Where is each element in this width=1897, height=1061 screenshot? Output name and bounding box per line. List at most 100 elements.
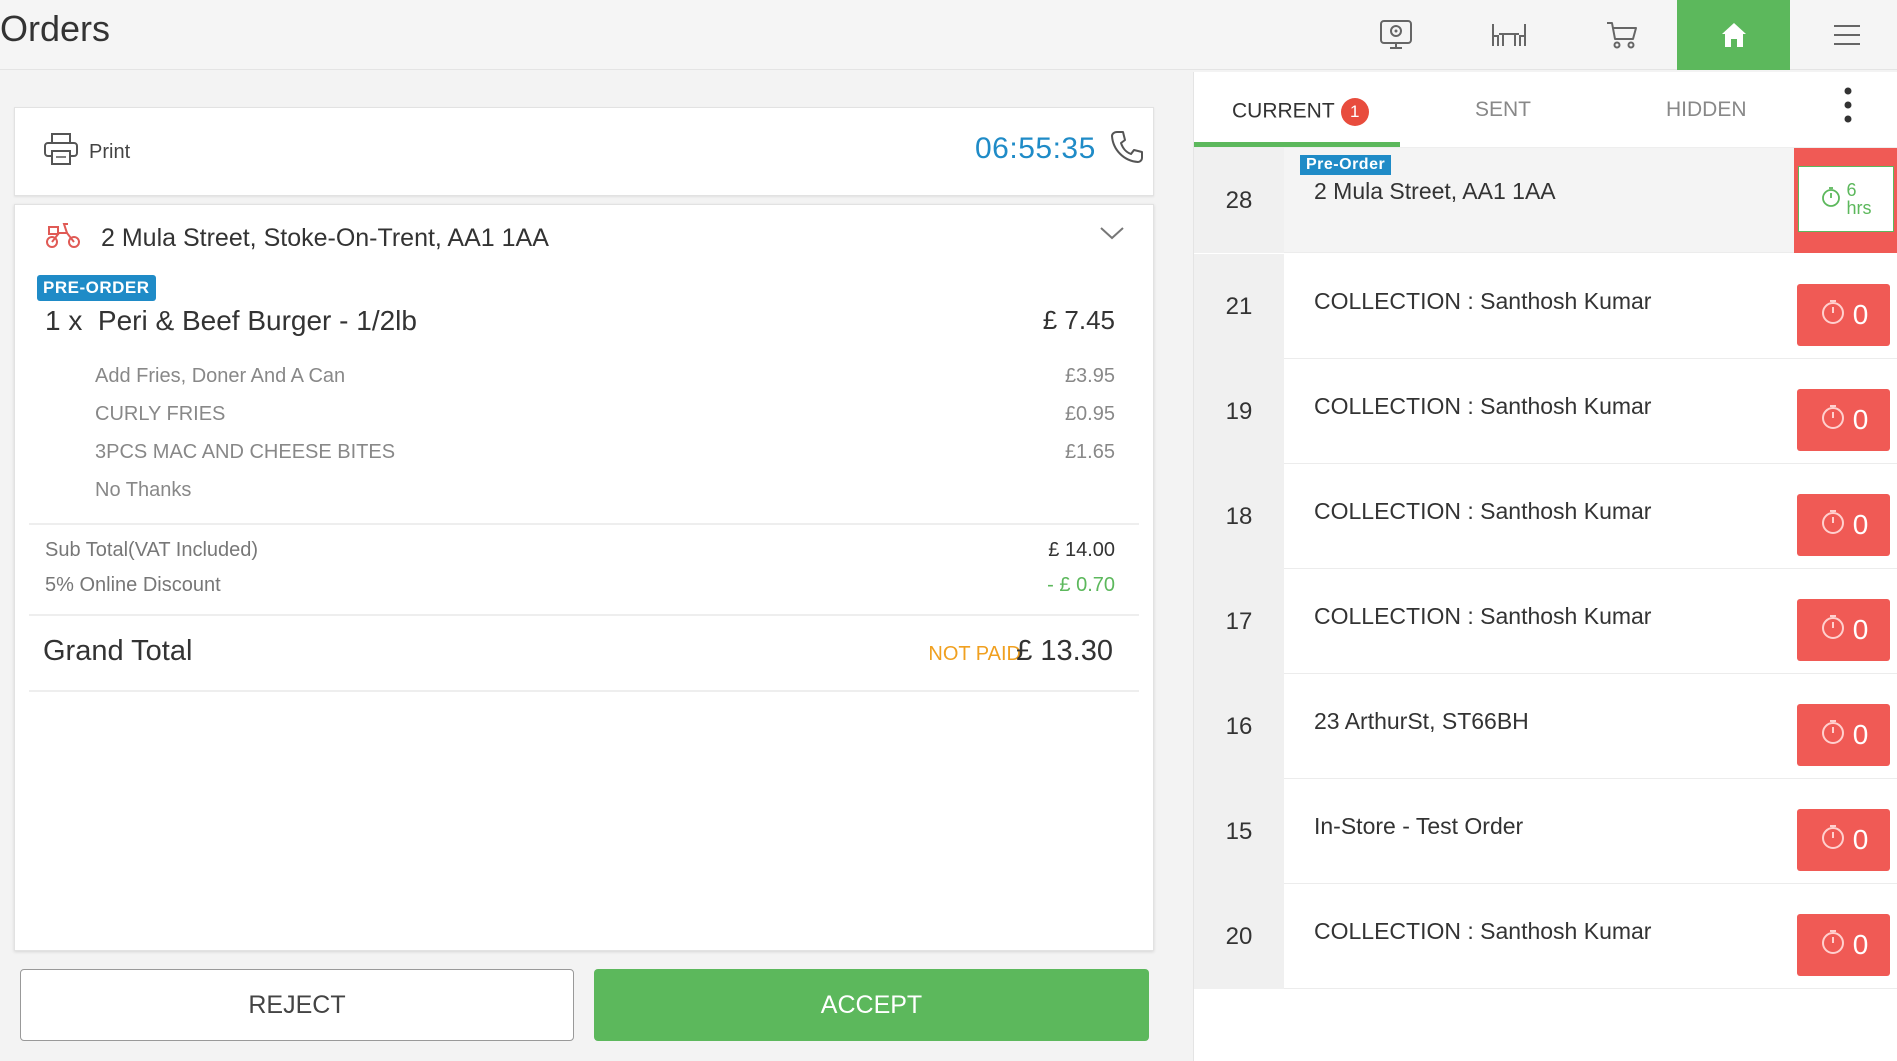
order-description: COLLECTION : Santhosh Kumar [1314, 498, 1652, 524]
current-count-badge: 1 [1340, 98, 1369, 126]
clock-icon [1819, 823, 1847, 858]
item-extra: 3PCS MAC AND CHEESE BITES £1.65 [95, 441, 1145, 464]
discount-value: - £ 0.70 [1047, 574, 1115, 596]
clock-icon [1819, 508, 1847, 543]
top-bar: Orders [0, 0, 1897, 70]
order-timer-badge: 0 [1797, 389, 1890, 451]
order-number: 20 [1194, 884, 1284, 989]
menu-icon[interactable] [1790, 0, 1897, 70]
order-number: 17 [1194, 569, 1284, 674]
monitor-icon[interactable] [1339, 0, 1452, 70]
order-timer-badge: 6 hrs [1798, 166, 1894, 232]
reject-button[interactable]: REJECT [20, 969, 574, 1041]
page-title: Orders [0, 8, 111, 49]
order-timer-badge: 0 [1797, 809, 1890, 871]
more-options-icon[interactable] [1842, 86, 1854, 129]
clock-icon [1819, 613, 1847, 648]
order-number: 21 [1194, 254, 1284, 359]
clock-icon [1819, 718, 1847, 753]
order-item: 1 x Peri & Beef Burger - 1/2lb £ 7.45 [45, 305, 1145, 337]
order-number: 28 [1194, 148, 1284, 253]
subtotal-label: Sub Total(VAT Included) [45, 539, 259, 561]
scooter-icon [45, 221, 81, 256]
extra-name: CURLY FRIES [95, 403, 226, 425]
order-description: 23 ArthurSt, ST66BH [1314, 708, 1529, 734]
orders-list-panel: CURRENT 1 SENT HIDDEN 28 Pre-Order 2 Mula… [1193, 72, 1897, 1061]
home-icon[interactable] [1677, 0, 1790, 70]
order-list-item[interactable]: 21 COLLECTION : Santhosh Kumar 0 [1194, 254, 1897, 359]
tab-current-label: CURRENT [1232, 99, 1335, 123]
item-name: Peri & Beef Burger - 1/2lb [97, 305, 417, 336]
item-extra: No Thanks [95, 479, 1145, 502]
grand-total-value: £ 13.30 [1016, 635, 1113, 667]
order-timer-badge: 0 [1797, 704, 1890, 766]
extra-price: £3.95 [1064, 365, 1115, 387]
clock-icon [1819, 928, 1847, 963]
delivery-address: 2 Mula Street, Stoke-On-Trent, AA1 1AA [45, 221, 549, 256]
timer-value: 6 [1846, 180, 1857, 200]
divider [29, 614, 1139, 616]
order-list-item[interactable]: 28 Pre-Order 2 Mula Street, AA1 1AA 6 hrs [1194, 148, 1897, 253]
grand-total-label: Grand Total [43, 635, 193, 667]
order-number: 19 [1194, 359, 1284, 464]
order-list-item[interactable]: 16 23 ArthurSt, ST66BH 0 [1194, 674, 1897, 779]
order-list-item[interactable]: 19 COLLECTION : Santhosh Kumar 0 [1194, 359, 1897, 464]
item-extra: CURLY FRIES £0.95 [95, 403, 1145, 426]
accept-button[interactable]: ACCEPT [594, 969, 1149, 1041]
order-list-item[interactable]: 17 COLLECTION : Santhosh Kumar 0 [1194, 569, 1897, 674]
item-price: £ 7.45 [1042, 305, 1115, 335]
order-description: COLLECTION : Santhosh Kumar [1314, 918, 1652, 944]
order-number: 16 [1194, 674, 1284, 779]
timer-value: 0 [1852, 929, 1869, 960]
order-timer-badge: 0 [1797, 494, 1890, 556]
tab-active-indicator [1194, 142, 1400, 147]
discount-row: 5% Online Discount - £ 0.70 [45, 574, 1145, 597]
divider [29, 523, 1139, 525]
chevron-down-icon[interactable] [1099, 225, 1125, 246]
tab-current[interactable]: CURRENT 1 [1232, 98, 1369, 126]
phone-icon[interactable] [1109, 129, 1145, 170]
order-header-card: Print 06:55:35 [14, 107, 1154, 196]
address-text: 2 Mula Street, Stoke-On-Trent, AA1 1AA [101, 224, 549, 252]
extra-price: £1.65 [1064, 441, 1115, 463]
order-description: COLLECTION : Santhosh Kumar [1314, 393, 1652, 419]
subtotal-value: £ 14.00 [1048, 539, 1115, 561]
order-description: COLLECTION : Santhosh Kumar [1314, 603, 1652, 629]
order-tabs: CURRENT 1 SENT HIDDEN [1194, 72, 1897, 148]
order-card: 2 Mula Street, Stoke-On-Trent, AA1 1AA P… [14, 204, 1154, 951]
timer-value: 0 [1852, 509, 1869, 540]
order-list-item[interactable]: 18 COLLECTION : Santhosh Kumar 0 [1194, 464, 1897, 569]
timer-value: 0 [1852, 824, 1869, 855]
print-button[interactable]: Print [43, 132, 130, 172]
clock-icon [1820, 186, 1842, 213]
order-detail-panel: Print 06:55:35 2 Mula Street, Stoke-On-T… [0, 70, 1190, 1061]
timer-value: 0 [1852, 404, 1869, 435]
divider [29, 690, 1139, 692]
timer-unit: hrs [1846, 198, 1872, 218]
clock-icon [1819, 298, 1847, 333]
timer-value: 0 [1852, 719, 1869, 750]
timer-value: 0 [1852, 614, 1869, 645]
pre-order-badge: PRE-ORDER [37, 275, 156, 301]
order-description: 2 Mula Street, AA1 1AA [1314, 178, 1556, 204]
printer-icon [43, 132, 79, 172]
pre-order-tag: Pre-Order [1300, 155, 1392, 175]
extra-name: Add Fries, Doner And A Can [95, 365, 346, 387]
tab-sent[interactable]: SENT [1475, 98, 1531, 122]
print-label: Print [89, 140, 131, 163]
extra-price: £0.95 [1064, 403, 1115, 425]
subtotal-row: Sub Total(VAT Included) £ 14.00 [45, 539, 1145, 562]
item-extra: Add Fries, Doner And A Can £3.95 [95, 365, 1145, 388]
item-qty: 1 x [45, 305, 83, 336]
order-list-item[interactable]: 15 In-Store - Test Order 0 [1194, 779, 1897, 884]
clock-icon [1819, 403, 1847, 438]
extra-name: 3PCS MAC AND CHEESE BITES [95, 441, 396, 463]
order-number: 18 [1194, 464, 1284, 569]
grand-total-row: Grand Total NOT PAID £ 13.30 [43, 635, 1143, 668]
cart-icon[interactable] [1565, 0, 1678, 70]
tab-hidden[interactable]: HIDDEN [1666, 98, 1747, 122]
order-list-item[interactable]: 20 COLLECTION : Santhosh Kumar 0 [1194, 884, 1897, 989]
order-timer-badge: 0 [1797, 914, 1890, 976]
table-icon[interactable] [1452, 0, 1565, 70]
discount-label: 5% Online Discount [45, 574, 221, 596]
